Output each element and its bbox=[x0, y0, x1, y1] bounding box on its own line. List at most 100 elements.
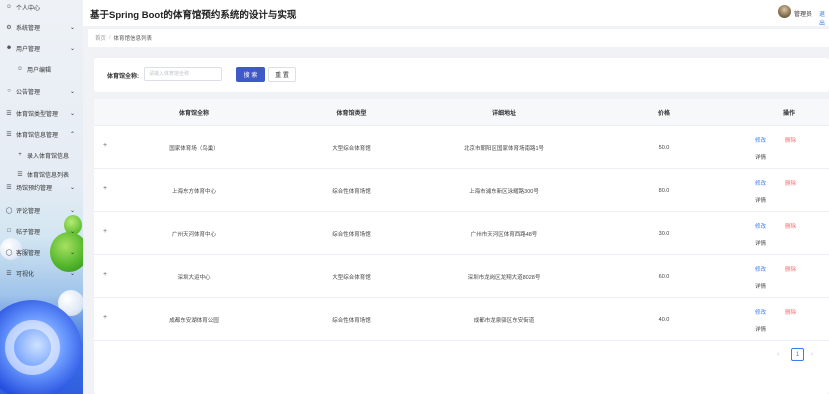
venue-table: 体育馆全称 体育馆类型 详细地址 价格 操作 + 国家体育场（鸟巢） 大型综合体… bbox=[94, 99, 829, 394]
sidebar-item-customer-service[interactable]: ◯ 客服管理 ⌄ bbox=[0, 245, 83, 259]
delete-link[interactable]: 删除 bbox=[785, 265, 796, 273]
user-icon: ☺ bbox=[5, 4, 13, 10]
sidebar-item-venue-list[interactable]: ☰ 体育馆信息列表 bbox=[0, 167, 83, 181]
list-icon: ☰ bbox=[6, 131, 12, 138]
pagination-page-button[interactable]: 1 bbox=[791, 348, 804, 361]
cell-name: 国家体育场（鸟巢） bbox=[169, 145, 219, 152]
page-title: 基于Spring Boot的体育馆预约系统的设计与实现 bbox=[90, 10, 297, 21]
sidebar-item-label: 可视化 bbox=[16, 271, 35, 278]
edit-link[interactable]: 修改 bbox=[755, 265, 766, 273]
sidebar: ☺ 个人中心 ⚙ 系统管理 ⌄ ☻ 用户管理 ⌄ ☺ 用户编辑 ○ 公告管理 ⌄… bbox=[0, 0, 83, 394]
breadcrumb: 首页 / 体育馆信息列表 bbox=[88, 29, 829, 47]
sidebar-item-user-edit[interactable]: ☺ 用户编辑 bbox=[0, 62, 83, 76]
breadcrumb-separator: / bbox=[109, 35, 111, 41]
detail-link[interactable]: 详情 bbox=[755, 153, 766, 161]
expand-row-icon[interactable]: + bbox=[103, 185, 107, 192]
cell-type: 综合性体育场馆 bbox=[332, 188, 371, 195]
expand-row-icon[interactable]: + bbox=[103, 142, 107, 149]
top-header: 基于Spring Boot的体育馆预约系统的设计与实现 管理员 退出 bbox=[83, 0, 829, 27]
detail-link[interactable]: 详情 bbox=[755, 196, 766, 204]
breadcrumb-home[interactable]: 首页 bbox=[95, 34, 106, 42]
chevron-down-icon: ⌄ bbox=[69, 270, 75, 277]
sidebar-item-venue-types[interactable]: ☰ 体育馆类型管理 ⌄ bbox=[0, 106, 83, 120]
sidebar-item-label: 体育馆信息管理 bbox=[16, 132, 59, 139]
sidebar-item-notices[interactable]: ○ 公告管理 ⌄ bbox=[0, 84, 83, 98]
sidebar-item-label: 公告管理 bbox=[16, 89, 41, 96]
plus-icon: + bbox=[18, 152, 22, 158]
users-icon: ☻ bbox=[5, 45, 13, 51]
sidebar-item-label: 录入体育馆信息 bbox=[27, 153, 70, 160]
sidebar-item-posts[interactable]: □ 帖子管理 ⌄ bbox=[0, 224, 83, 238]
sidebar-item-label: 体育馆信息列表 bbox=[27, 172, 70, 179]
delete-link[interactable]: 删除 bbox=[785, 222, 796, 230]
user-name: 管理员 bbox=[794, 12, 813, 18]
delete-link[interactable]: 删除 bbox=[785, 136, 796, 144]
chevron-down-icon: ⌄ bbox=[69, 207, 75, 214]
avatar[interactable] bbox=[778, 5, 791, 18]
cell-type: 综合性体育场馆 bbox=[332, 231, 371, 238]
search-input[interactable] bbox=[144, 67, 222, 81]
delete-link[interactable]: 删除 bbox=[785, 179, 796, 187]
list-icon: ☰ bbox=[6, 110, 12, 117]
table-row: + 国家体育场（鸟巢） 大型综合体育馆 北京市朝阳区国家体育场南路1号 50.0… bbox=[94, 126, 829, 169]
sidebar-item-label: 帖子管理 bbox=[16, 229, 41, 236]
service-icon: ◯ bbox=[5, 249, 13, 256]
search-label: 体育馆全称: bbox=[107, 74, 139, 80]
cell-name: 深圳大运中心 bbox=[177, 274, 211, 281]
gear-icon: ⚙ bbox=[6, 24, 12, 31]
cell-name: 上海东方体育中心 bbox=[171, 188, 216, 195]
detail-link[interactable]: 详情 bbox=[755, 239, 766, 247]
reset-button[interactable]: 重 置 bbox=[268, 67, 296, 82]
chevron-down-icon: ⌄ bbox=[69, 88, 75, 95]
edit-link[interactable]: 修改 bbox=[755, 222, 766, 230]
search-panel: 体育馆全称: 搜 索 重 置 bbox=[94, 58, 829, 92]
user-icon: ☺ bbox=[16, 66, 24, 72]
sidebar-item-users[interactable]: ☻ 用户管理 ⌄ bbox=[0, 41, 83, 55]
expand-row-icon[interactable]: + bbox=[103, 271, 107, 278]
sidebar-item-label: 体育馆类型管理 bbox=[16, 111, 59, 118]
detail-link[interactable]: 详情 bbox=[755, 282, 766, 290]
sidebar-item-visualization[interactable]: ☰ 可视化 ⌄ bbox=[0, 266, 83, 280]
edit-link[interactable]: 修改 bbox=[755, 136, 766, 144]
pagination-next-button[interactable]: › bbox=[811, 351, 813, 358]
chevron-down-icon: ⌄ bbox=[69, 228, 75, 235]
sidebar-item-label: 用户编辑 bbox=[27, 67, 52, 74]
logout-link[interactable]: 退出 bbox=[819, 9, 829, 27]
sidebar-item-label: 个人中心 bbox=[16, 5, 41, 12]
chevron-up-icon: ⌃ bbox=[69, 131, 75, 138]
column-header: 体育馆类型 bbox=[336, 111, 367, 117]
chevron-down-icon: ⌄ bbox=[69, 249, 75, 256]
search-button[interactable]: 搜 索 bbox=[236, 67, 265, 82]
sidebar-item-bookings[interactable]: ☰ 场馆预约管理 ⌄ bbox=[0, 180, 83, 194]
sidebar-item-venue-info[interactable]: ☰ 体育馆信息管理 ⌃ bbox=[0, 127, 83, 141]
sidebar-item-comments[interactable]: ◯ 评论管理 ⌄ bbox=[0, 203, 83, 217]
expand-row-icon[interactable]: + bbox=[103, 228, 107, 235]
list-icon: ☰ bbox=[17, 171, 23, 178]
cell-price: 40.0 bbox=[658, 316, 670, 323]
sidebar-item-system[interactable]: ⚙ 系统管理 ⌄ bbox=[0, 20, 83, 34]
cell-name: 广州天河体育中心 bbox=[171, 231, 216, 238]
bell-icon: ○ bbox=[7, 88, 11, 94]
chevron-down-icon: ⌄ bbox=[69, 110, 75, 117]
table-row: + 成都东安湖体育公园 综合性体育场馆 成都市龙泉驿区东安街道 40.0 修改 … bbox=[94, 298, 829, 341]
edit-link[interactable]: 修改 bbox=[755, 179, 766, 187]
sidebar-item-add-venue[interactable]: + 录入体育馆信息 bbox=[0, 148, 83, 162]
chevron-down-icon: ⌄ bbox=[69, 45, 75, 52]
sidebar-item-profile[interactable]: ☺ 个人中心 bbox=[0, 0, 83, 14]
chart-icon: ☰ bbox=[6, 270, 12, 277]
sidebar-item-label: 评论管理 bbox=[16, 208, 41, 215]
detail-link[interactable]: 详情 bbox=[755, 325, 766, 333]
breadcrumb-current: 体育馆信息列表 bbox=[113, 36, 153, 42]
column-header: 体育馆全称 bbox=[178, 111, 209, 117]
edit-link[interactable]: 修改 bbox=[755, 308, 766, 316]
post-icon: □ bbox=[7, 228, 11, 234]
pagination-prev-button[interactable]: ‹ bbox=[777, 351, 779, 358]
table-row: + 广州天河体育中心 综合性体育场馆 广州市天河区体育西路48号 30.0 修改… bbox=[94, 212, 829, 255]
cell-price: 50.0 bbox=[658, 144, 670, 151]
cell-address: 上海市浦东新区泳耀路300号 bbox=[469, 188, 539, 195]
delete-link[interactable]: 删除 bbox=[785, 308, 796, 316]
cell-type: 大型综合体育馆 bbox=[332, 274, 371, 281]
sidebar-item-label: 用户管理 bbox=[16, 46, 41, 53]
cell-address: 北京市朝阳区国家体育场南路1号 bbox=[463, 145, 545, 152]
expand-row-icon[interactable]: + bbox=[103, 314, 107, 321]
